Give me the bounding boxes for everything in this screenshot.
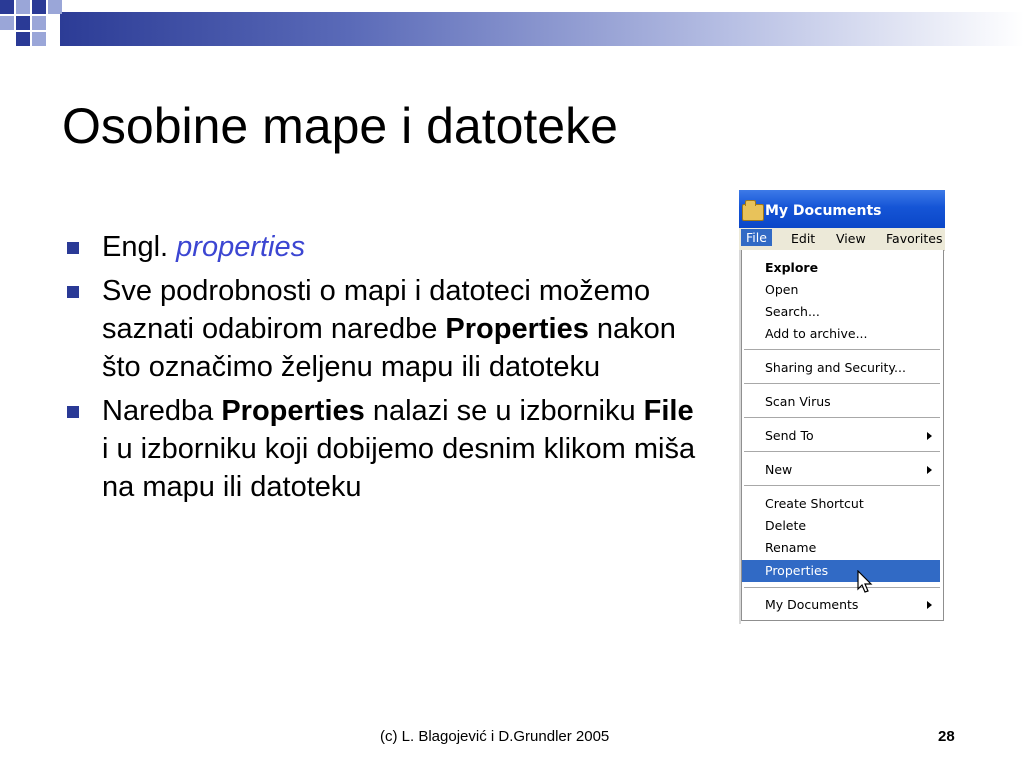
decor-square — [32, 0, 46, 14]
bullet-text: Engl. — [102, 231, 177, 263]
decor-square — [0, 16, 14, 30]
header-decoration — [0, 0, 1024, 48]
menu-item-label: Properties — [765, 563, 829, 578]
file-menu-dropdown: Explore Open Search... Add to archive...… — [741, 250, 944, 621]
menu-edit[interactable]: Edit — [791, 231, 815, 246]
menu-item-label: New — [765, 462, 793, 477]
menu-item-label: Create Shortcut — [765, 496, 864, 511]
menu-favorites[interactable]: Favorites — [886, 231, 942, 246]
menu-item-label: Sharing and Security... — [765, 360, 906, 375]
window-title: My Documents — [765, 203, 882, 219]
menu-item-add-to-archive[interactable]: Add to archive... — [742, 323, 940, 345]
menu-separator — [744, 451, 940, 452]
bullet-bold: File — [643, 395, 694, 427]
bullet-item: Sve podrobnosti o mapi i datoteci možemo… — [62, 272, 702, 386]
window-titlebar: My Documents — [739, 190, 945, 228]
bullet-term: properties — [176, 231, 306, 263]
bullet-icon — [67, 286, 79, 298]
menu-view[interactable]: View — [836, 231, 866, 246]
bullet-text: nalazi se u izborniku — [364, 395, 644, 427]
menu-item-properties[interactable]: Properties — [742, 560, 940, 582]
bullet-icon — [67, 406, 79, 418]
bullet-item: Engl. properties — [62, 228, 702, 266]
page-number: 28 — [938, 728, 955, 745]
menu-item-scan-virus[interactable]: Scan Virus — [742, 391, 940, 413]
decor-square — [48, 0, 62, 14]
menu-item-label: Scan Virus — [765, 394, 831, 409]
submenu-arrow-icon — [927, 466, 932, 474]
menu-item-rename[interactable]: Rename — [742, 537, 940, 559]
menu-item-open[interactable]: Open — [742, 279, 940, 301]
menu-item-my-documents[interactable]: My Documents — [742, 594, 940, 616]
menu-item-label: Rename — [765, 540, 817, 555]
menu-item-delete[interactable]: Delete — [742, 515, 940, 537]
menu-item-label: My Documents — [765, 597, 859, 612]
mouse-pointer-icon — [857, 570, 873, 593]
bullet-text: i u izborniku koji dobijemo desnim kliko… — [102, 433, 696, 503]
submenu-arrow-icon — [927, 432, 932, 440]
menu-bar: File Edit View Favorites — [739, 228, 945, 251]
menu-item-label: Delete — [765, 518, 807, 533]
decor-square — [16, 0, 30, 14]
decor-square — [16, 16, 30, 30]
gradient-bar — [60, 12, 1024, 46]
menu-item-create-shortcut[interactable]: Create Shortcut — [742, 493, 940, 515]
folder-icon — [742, 200, 764, 221]
bullet-bold: Properties — [445, 313, 589, 345]
menu-item-explore[interactable]: Explore — [742, 257, 940, 279]
menu-separator — [744, 587, 940, 588]
menu-item-label: Explore — [765, 260, 819, 275]
bullet-item: Naredba Properties nalazi se u izborniku… — [62, 392, 702, 506]
menu-separator — [744, 485, 940, 486]
bullet-icon — [67, 242, 79, 254]
menu-item-new[interactable]: New — [742, 459, 940, 481]
footer-credit: (c) L. Blagojević i D.Grundler 2005 — [380, 728, 610, 745]
menu-item-label: Open — [765, 282, 799, 297]
page-title: Osobine mape i datoteke — [62, 98, 618, 154]
menu-file[interactable]: File — [741, 229, 772, 246]
menu-separator — [744, 349, 940, 350]
menu-separator — [744, 383, 940, 384]
decor-square — [0, 0, 14, 14]
menu-item-label: Send To — [765, 428, 814, 443]
bullet-bold: Properties — [221, 395, 365, 427]
decor-square — [16, 32, 30, 46]
menu-item-sharing-security[interactable]: Sharing and Security... — [742, 357, 940, 379]
decor-square — [32, 16, 46, 30]
bullet-text: Naredba — [102, 395, 222, 427]
screenshot-window: My Documents File Edit View Favorites Ex… — [739, 190, 945, 624]
menu-item-search[interactable]: Search... — [742, 301, 940, 323]
menu-item-label: Search... — [765, 304, 820, 319]
menu-item-send-to[interactable]: Send To — [742, 425, 940, 447]
submenu-arrow-icon — [927, 601, 932, 609]
menu-item-label: Add to archive... — [765, 326, 868, 341]
bullet-list: Engl. properties Sve podrobnosti o mapi … — [62, 228, 702, 512]
menu-separator — [744, 417, 940, 418]
decor-square — [32, 32, 46, 46]
